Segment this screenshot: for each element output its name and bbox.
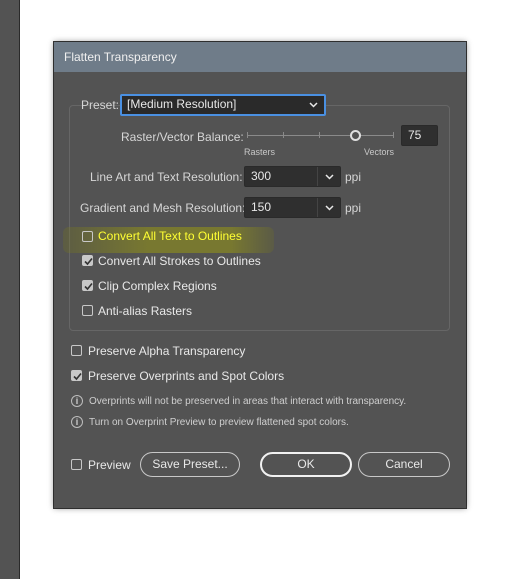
gradient-value: 150 — [251, 200, 272, 214]
preset-label: Preset: — [81, 98, 120, 112]
info-icon: i — [71, 395, 83, 407]
preset-dropdown[interactable]: [Medium Resolution] — [120, 94, 326, 116]
chevron-down-icon[interactable] — [322, 167, 336, 186]
info-text-overprint-preview: Turn on Overprint Preview to preview fla… — [89, 417, 349, 428]
convert-text-label[interactable]: Convert All Text to Outlines — [98, 229, 242, 243]
clip-complex-checkbox[interactable] — [82, 280, 93, 291]
anti-alias-label[interactable]: Anti-alias Rasters — [98, 304, 192, 318]
cancel-button[interactable]: Cancel — [358, 452, 450, 477]
balance-label: Raster/Vector Balance: — [121, 130, 244, 144]
line-art-resolution-combo[interactable]: 300 — [244, 166, 341, 187]
checkmark-icon — [73, 372, 82, 381]
convert-strokes-label[interactable]: Convert All Strokes to Outlines — [98, 254, 261, 268]
info-text-overprints: Overprints will not be preserved in area… — [89, 396, 407, 407]
line-art-label: Line Art and Text Resolution: — [90, 170, 243, 184]
gradient-unit: ppi — [345, 201, 362, 215]
balance-value-input[interactable]: 75 — [401, 125, 438, 146]
line-art-unit: ppi — [345, 170, 362, 184]
preserve-alpha-checkbox[interactable] — [71, 345, 82, 356]
checkmark-icon — [84, 282, 93, 291]
info-icon: i — [71, 416, 83, 428]
balance-min-label: Rasters — [244, 147, 276, 157]
convert-strokes-checkbox[interactable] — [82, 255, 93, 266]
slider-tick — [247, 132, 248, 138]
slider-tick — [283, 132, 284, 138]
convert-text-checkbox[interactable] — [82, 231, 93, 242]
dialog-title: Flatten Transparency — [54, 42, 466, 72]
preserve-overprints-label[interactable]: Preserve Overprints and Spot Colors — [88, 369, 284, 383]
checkmark-icon — [84, 257, 93, 266]
background-panel-strip — [0, 0, 20, 579]
preview-checkbox[interactable] — [71, 459, 82, 470]
preset-value: [Medium Resolution] — [127, 97, 237, 111]
preview-label[interactable]: Preview — [88, 458, 131, 472]
ok-button[interactable]: OK — [260, 452, 352, 477]
chevron-down-icon — [306, 96, 320, 114]
slider-track — [247, 135, 394, 136]
slider-tick — [319, 132, 320, 138]
flatten-transparency-dialog: Flatten Transparency Preset: [Medium Res… — [54, 42, 466, 508]
slider-knob[interactable] — [350, 130, 361, 141]
line-art-value: 300 — [251, 169, 272, 183]
gradient-label: Gradient and Mesh Resolution: — [80, 201, 246, 215]
clip-complex-label[interactable]: Clip Complex Regions — [98, 279, 217, 293]
preserve-alpha-label[interactable]: Preserve Alpha Transparency — [88, 344, 245, 358]
balance-max-label: Vectors — [364, 147, 395, 157]
gradient-resolution-combo[interactable]: 150 — [244, 197, 341, 218]
chevron-down-icon[interactable] — [322, 198, 336, 217]
anti-alias-checkbox[interactable] — [82, 305, 93, 316]
save-preset-button[interactable]: Save Preset... — [140, 452, 240, 477]
preserve-overprints-checkbox[interactable] — [71, 370, 82, 381]
slider-tick — [393, 132, 394, 138]
